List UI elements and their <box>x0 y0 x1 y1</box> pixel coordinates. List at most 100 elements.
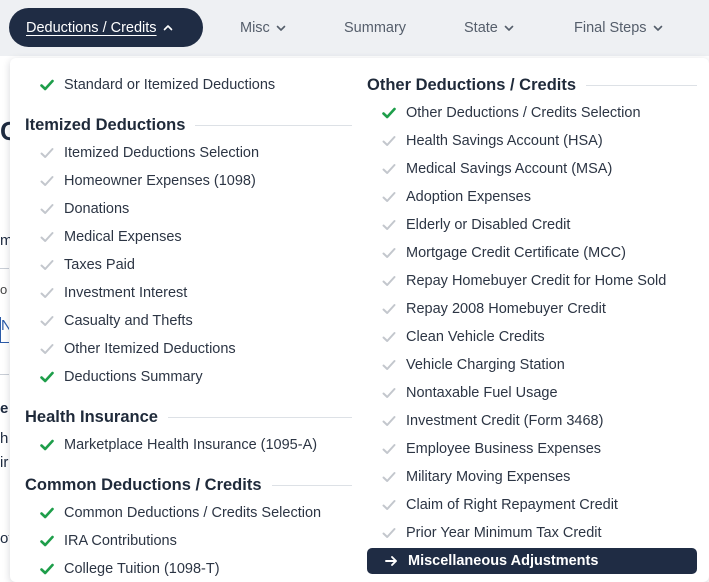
checkmark-icon <box>382 500 396 510</box>
menu-item-label: Homeowner Expenses (1098) <box>64 173 256 189</box>
checkmark-icon <box>382 136 396 146</box>
checkmark-icon <box>40 148 54 158</box>
checkmark-icon <box>40 79 54 91</box>
menu-item-employee-business-expenses[interactable]: Employee Business Expenses <box>367 436 697 462</box>
menu-item-itemized-selection[interactable]: Itemized Deductions Selection <box>25 140 352 166</box>
menu-item-investment-interest[interactable]: Investment Interest <box>25 280 352 306</box>
menu-item-label: Common Deductions / Credits Selection <box>64 505 322 521</box>
menu-item-label: Elderly or Disabled Credit <box>406 217 571 233</box>
divider <box>167 416 352 418</box>
menu-item-ira-contributions[interactable]: IRA Contributions <box>25 528 352 554</box>
menu-item-label: Taxes Paid <box>64 257 135 273</box>
nav-tab-state[interactable]: State <box>464 8 514 47</box>
menu-item-medical-expenses[interactable]: Medical Expenses <box>25 224 352 250</box>
nav-tab-label: State <box>464 19 498 36</box>
checkmark-icon <box>382 304 396 314</box>
nav-tab-label: Final Steps <box>574 19 647 36</box>
menu-item-label: Investment Interest <box>64 285 188 301</box>
menu-item-other-itemized[interactable]: Other Itemized Deductions <box>25 336 352 362</box>
checkmark-icon <box>382 192 396 202</box>
checkmark-icon <box>40 316 54 326</box>
menu-item-label: Repay Homebuyer Credit for Home Sold <box>406 273 667 289</box>
page-text-fragment: e <box>0 400 9 417</box>
nav-tab-summary[interactable]: Summary <box>344 8 406 47</box>
nav-tab-deductions-credits[interactable]: Deductions / Credits <box>9 8 203 47</box>
page-text-fragment: ir <box>0 454 9 471</box>
chevron-down-icon <box>653 25 662 31</box>
menu-item-military-moving-expenses[interactable]: Military Moving Expenses <box>367 464 697 490</box>
checkmark-icon <box>382 444 396 454</box>
menu-item-label: Other Itemized Deductions <box>64 341 236 357</box>
menu-item-common-selection[interactable]: Common Deductions / Credits Selection <box>25 500 352 526</box>
menu-item-label: Investment Credit (Form 3468) <box>406 413 604 429</box>
menu-item-label: Casualty and Thefts <box>64 313 193 329</box>
menu-item-deductions-summary[interactable]: Deductions Summary <box>25 364 352 390</box>
menu-item-prior-year-minimum-tax-credit[interactable]: Prior Year Minimum Tax Credit <box>367 520 697 546</box>
checkmark-icon <box>382 416 396 426</box>
checkmark-icon <box>40 535 54 547</box>
chevron-up-icon <box>163 24 172 30</box>
menu-item-claim-of-right-repayment-credit[interactable]: Claim of Right Repayment Credit <box>367 492 697 518</box>
checkmark-icon <box>382 220 396 230</box>
divider <box>195 124 352 126</box>
menu-item-label: Nontaxable Fuel Usage <box>406 385 558 401</box>
section-heading-label: Itemized Deductions <box>25 115 186 134</box>
checkmark-icon <box>382 107 396 119</box>
divider <box>0 268 9 269</box>
menu-item-elderly-or-disabled-credit[interactable]: Elderly or Disabled Credit <box>367 212 697 238</box>
menu-item-donations[interactable]: Donations <box>25 196 352 222</box>
nav-tab-label: Summary <box>344 19 407 36</box>
menu-item-taxes-paid[interactable]: Taxes Paid <box>25 252 352 278</box>
menu-item-adoption-expenses[interactable]: Adoption Expenses <box>367 184 697 210</box>
checkmark-icon <box>382 360 396 370</box>
menu-item-label: Prior Year Minimum Tax Credit <box>406 525 602 541</box>
menu-item-homeowner-expenses[interactable]: Homeowner Expenses (1098) <box>25 168 352 194</box>
menu-item-label: Donations <box>64 201 130 217</box>
page-link-fragment[interactable]: N <box>0 317 9 343</box>
menu-item-health-savings-account-hsa[interactable]: Health Savings Account (HSA) <box>367 128 697 154</box>
menu-item-repay-2008-homebuyer-credit[interactable]: Repay 2008 Homebuyer Credit <box>367 296 697 322</box>
section-heading-label: Other Deductions / Credits <box>367 75 577 94</box>
checkmark-icon <box>40 176 54 186</box>
menu-item-college-tuition[interactable]: College Tuition (1098-T) <box>25 556 352 582</box>
menu-item-label: Adoption Expenses <box>406 189 531 205</box>
page-text-fragment: ho <box>0 430 9 447</box>
checkmark-icon <box>40 439 54 451</box>
nav-tab-label: Misc <box>240 19 270 36</box>
menu-item-medical-savings-account-msa[interactable]: Medical Savings Account (MSA) <box>367 156 697 182</box>
divider <box>271 484 352 486</box>
divider <box>0 374 9 375</box>
checkmark-icon <box>40 563 54 575</box>
menu-item-label: College Tuition (1098-T) <box>64 561 220 577</box>
menu-item-casualty-thefts[interactable]: Casualty and Thefts <box>25 308 352 334</box>
menu-item-label: Clean Vehicle Credits <box>406 329 545 345</box>
checkmark-icon <box>382 276 396 286</box>
page-text-fragment: ot <box>0 530 9 547</box>
menu-item-marketplace-health[interactable]: Marketplace Health Insurance (1095-A) <box>25 432 352 458</box>
section-heading-health-insurance: Health Insurance <box>25 405 352 429</box>
menu-item-label: Standard or Itemized Deductions <box>64 77 276 93</box>
menu-item-label: Claim of Right Repayment Credit <box>406 497 618 513</box>
menu-item-mortgage-credit-certificate-mcc[interactable]: Mortgage Credit Certificate (MCC) <box>367 240 697 266</box>
checkmark-icon <box>382 332 396 342</box>
menu-item-standard-or-itemized[interactable]: Standard or Itemized Deductions <box>25 72 352 98</box>
checkmark-icon <box>40 260 54 270</box>
menu-item-miscellaneous-adjustments[interactable]: Miscellaneous Adjustments <box>367 548 697 574</box>
menu-item-label: Deductions Summary <box>64 369 203 385</box>
menu-item-label: Itemized Deductions Selection <box>64 145 260 161</box>
nav-tab-misc[interactable]: Misc <box>240 8 286 47</box>
menu-item-label: Vehicle Charging Station <box>406 357 565 373</box>
menu-item-other-deductions-credits-selection[interactable]: Other Deductions / Credits Selection <box>367 100 697 126</box>
menu-item-investment-credit-form-3468[interactable]: Investment Credit (Form 3468) <box>367 408 697 434</box>
checkmark-icon <box>382 528 396 538</box>
nav-tab-final-steps[interactable]: Final Steps <box>574 8 663 47</box>
section-heading-label: Health Insurance <box>25 407 158 426</box>
checkmark-icon <box>40 507 54 519</box>
checkmark-icon <box>40 288 54 298</box>
top-nav-bar: Deductions / Credits Misc Summary State … <box>0 0 709 56</box>
menu-item-repay-homebuyer-credit-for-home-sold[interactable]: Repay Homebuyer Credit for Home Sold <box>367 268 697 294</box>
menu-item-nontaxable-fuel-usage[interactable]: Nontaxable Fuel Usage <box>367 380 697 406</box>
menu-item-clean-vehicle-credits[interactable]: Clean Vehicle Credits <box>367 324 697 350</box>
menu-item-vehicle-charging-station[interactable]: Vehicle Charging Station <box>367 352 697 378</box>
deductions-credits-dropdown: Standard or Itemized Deductions Itemized… <box>10 58 709 582</box>
